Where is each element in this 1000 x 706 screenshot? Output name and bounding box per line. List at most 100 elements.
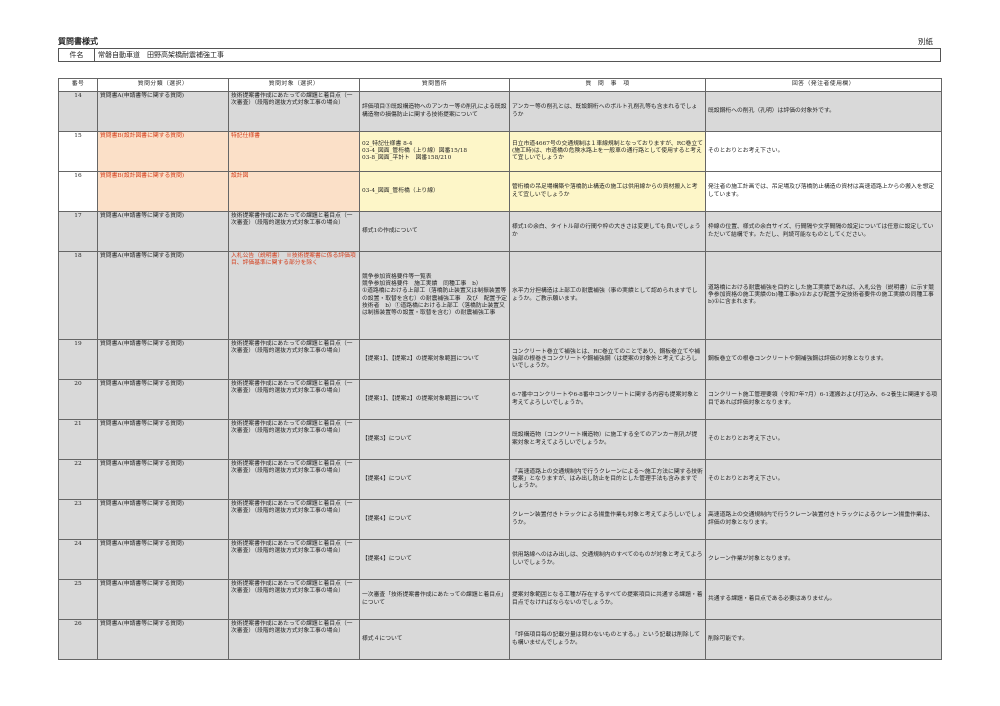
row-category: 質問書A(申請書等に関する質問) [97, 579, 229, 620]
subject-value: 常磐自動車道 田野高架橋耐震補強工事 [94, 48, 941, 62]
attachment-label: 別紙 [918, 37, 933, 46]
row-answer: 枠線の位置、様式の余白サイズ、行間隔や文字間隔の設定については任意に設定していた… [705, 211, 942, 252]
row-location: 【提案1】、【提案2】の提案対象範囲について [359, 379, 510, 420]
row-question: 供用路線へのはみ出しは、交通規制内のすべてのものが対象と考えてよろしいでしょうか… [509, 539, 706, 580]
row-question: 既設構造物（コンクリート構造物）に施工する全てのアンカー削孔が提案対象と考えてよ… [509, 419, 706, 460]
row-target: 技術提案書作成にあたっての課題と着目点（一次審査）（段階的選抜方式対象工事の場合… [228, 619, 360, 660]
row-category: 質問書B(設計図書に関する質問) [97, 131, 229, 172]
col-header-answer: 回答（発注者使用欄） [705, 78, 942, 92]
table-row: 15 質問書B(設計図書に関する質問) 特記仕様書 02_特記仕様書 8-4 03-4… [58, 131, 942, 172]
table-row: 14 質問書A(申請書等に関する質問) 技術提案書作成にあたっての課題と着目点（一次… [58, 91, 942, 132]
row-question: 提案対象範囲となる工種が存在するすべての提案項目に共通する課題・着目点でなければ… [509, 579, 706, 620]
row-location: 【提案3】について [359, 419, 510, 460]
row-number: 14 [58, 91, 98, 132]
row-question: 様式1の余白、タイトル部の行間や枠の大きさは変更しても良いでしょうか [509, 211, 706, 252]
row-question: 水平力分担構造は上部工の耐震補強（事の実績として認められますでしょうか。ご教示願… [509, 251, 706, 340]
row-number: 20 [58, 379, 98, 420]
row-answer: そのとおりとお考え下さい。 [705, 131, 942, 172]
row-answer: 削除可能です。 [705, 619, 942, 660]
row-location: 競争参加資格要件等一覧表 競争参加資格要件 施工実績 同種工事 b） ①道路橋に… [359, 251, 510, 340]
row-number: 19 [58, 339, 98, 380]
table-row: 18 質問書A(申請書等に関する質問) 入札公告（説明書） ※技術提案書に係る評価項… [58, 251, 942, 340]
row-location: 【提案4】について [359, 459, 510, 500]
col-header-question: 質 問 事 項 [509, 78, 706, 92]
row-number: 17 [58, 211, 98, 252]
table-row: 21 質問書A(申請書等に関する質問) 技術提案書作成にあたっての課題と着目点（一次… [58, 419, 942, 460]
row-category: 質問書B(設計図書に関する質問) [97, 171, 229, 212]
row-target: 技術提案書作成にあたっての課題と着目点（一次審査）（段階的選抜方式対象工事の場合… [228, 579, 360, 620]
row-category: 質問書A(申請書等に関する質問) [97, 379, 229, 420]
row-answer: 共通する課題・着目点である必要はありません。 [705, 579, 942, 620]
form-title: 質問書様式 [58, 37, 98, 46]
row-answer: そのとおりとお考え下さい。 [705, 419, 942, 460]
row-number: 23 [58, 499, 98, 540]
row-target: 技術提案書作成にあたっての課題と着目点（一次審査）（段階的選抜方式対象工事の場合… [228, 211, 360, 252]
row-target: 技術提案書作成にあたっての課題と着目点（一次審査）（段階的選抜方式対象工事の場合… [228, 459, 360, 500]
table-row: 24 質問書A(申請書等に関する質問) 技術提案書作成にあたっての課題と着目点（一次… [58, 539, 942, 580]
table-row: 22 質問書A(申請書等に関する質問) 技術提案書作成にあたっての課題と着目点（一次… [58, 459, 942, 500]
table-row: 23 質問書A(申請書等に関する質問) 技術提案書作成にあたっての課題と着目点（一次… [58, 499, 942, 540]
row-answer: クレーン作業が対象となります。 [705, 539, 942, 580]
subject-label: 件名 [58, 48, 95, 62]
row-number: 21 [58, 419, 98, 460]
row-target: 入札公告（説明書） ※技術提案書に係る評価項目、評価基準に関する部分を除く [228, 251, 360, 340]
question-table: 番号 質問分類（選択） 質問対象（選択） 質問箇所 質 問 事 項 回答（発注者… [58, 78, 942, 660]
row-question: コンクリート巻立て補強とは、RC巻立てのことであり、鋼板巻立てや補強部の根巻きコ… [509, 339, 706, 380]
row-answer: 発注者の施工計画では、吊足場及び落橋防止構造の資材は高速道路上からの搬入を想定し… [705, 171, 942, 212]
row-category: 質問書A(申請書等に関する質問) [97, 339, 229, 380]
row-question: 管桁橋の吊足場構築や落橋防止構造の施工は供用線からの資材搬入と考えて宜しいでしょ… [509, 171, 706, 212]
row-question: 日立市道4667号の交通規制は１車線規制となっておりますが、RC巻立て(施工時)… [509, 131, 706, 172]
row-category: 質問書A(申請書等に関する質問) [97, 251, 229, 340]
row-number: 24 [58, 539, 98, 580]
row-location: 評価項目③既設構造物へのアンカー等の削孔による既設構造物の損傷防止に関する技術提… [359, 91, 510, 132]
row-number: 26 [58, 619, 98, 660]
row-category: 質問書A(申請書等に関する質問) [97, 91, 229, 132]
row-answer: 鋼板巻立ての根巻コンクリートや鋼補強鋼は評価の対象となります。 [705, 339, 942, 380]
row-category: 質問書A(申請書等に関する質問) [97, 211, 229, 252]
row-location: 様式1の作成について [359, 211, 510, 252]
row-category: 質問書A(申請書等に関する質問) [97, 499, 229, 540]
row-answer: そのとおりとお考え下さい。 [705, 459, 942, 500]
row-answer: 道路橋における耐震補強を目的とした施工実績であれば、入札公告（説明書）に示す競争… [705, 251, 942, 340]
table-row: 26 質問書A(申請書等に関する質問) 技術提案書作成にあたっての課題と着目点（一次… [58, 619, 942, 660]
row-target: 技術提案書作成にあたっての課題と着目点（一次審査）（段階的選抜方式対象工事の場合… [228, 419, 360, 460]
row-category: 質問書A(申請書等に関する質問) [97, 419, 229, 460]
row-category: 質問書A(申請書等に関する質問) [97, 619, 229, 660]
row-target: 技術提案書作成にあたっての課題と着目点（一次審査）（段階的選抜方式対象工事の場合… [228, 339, 360, 380]
table-row: 25 質問書A(申請書等に関する質問) 技術提案書作成にあたっての課題と着目点（一次… [58, 579, 942, 620]
subject-table: 件名 常磐自動車道 田野高架橋耐震補強工事 [58, 48, 941, 62]
row-question: クレーン装置付きトラックによる揚重作業も対象と考えてよろしいでしょうか。 [509, 499, 706, 540]
row-target: 技術提案書作成にあたっての課題と着目点（一次審査）（段階的選抜方式対象工事の場合… [228, 91, 360, 132]
row-number: 25 [58, 579, 98, 620]
row-target: 特記仕様書 [228, 131, 360, 172]
row-category: 質問書A(申請書等に関する質問) [97, 539, 229, 580]
row-target: 技術提案書作成にあたっての課題と着目点（一次審査）（段階的選抜方式対象工事の場合… [228, 499, 360, 540]
row-location: 様式４について [359, 619, 510, 660]
table-row: 16 質問書B(設計図書に関する質問) 設計図 03-4_図面_管桁橋（上り線） 管桁橋… [58, 171, 942, 212]
row-number: 15 [58, 131, 98, 172]
row-target: 設計図 [228, 171, 360, 212]
col-header-category: 質問分類（選択） [97, 78, 229, 92]
col-header-target: 質問対象（選択） [228, 78, 360, 92]
row-answer: 高速道路上の交通規制内で行うクレーン装置付きトラックによるクレーン揚重作業は、評… [705, 499, 942, 540]
row-answer: 既設鋼桁への削孔（孔明）は評価の対象外です。 [705, 91, 942, 132]
row-question: 「高速道路上の交通規制内で行うクレーンによる～施工方法に関する技術提案」となりま… [509, 459, 706, 500]
row-question: 「評価項目毎の記載分量は問わないものとする。」という記載は削除しても構いませんで… [509, 619, 706, 660]
row-question: 6-7番中コンクリートや6-8番中コンクリートに関する内容も提案対象と考えてよろ… [509, 379, 706, 420]
row-question: アンカー等の削孔とは、既設鋼桁へのボルト孔削孔等も含まれるでしょうか [509, 91, 706, 132]
row-location: 02_特記仕様書 8-4 03-4_図面_管桁橋（上り線）図番15/18 03-… [359, 131, 510, 172]
row-number: 16 [58, 171, 98, 212]
row-answer: コンクリート施工管理要領（令和7年7月）6-1運搬および打込み、6-2養生に関連… [705, 379, 942, 420]
row-location: 一次審査「技術提案書作成にあたっての課題と着目点」について [359, 579, 510, 620]
row-location: 【提案4】について [359, 499, 510, 540]
row-number: 22 [58, 459, 98, 500]
col-header-location: 質問箇所 [359, 78, 510, 92]
col-header-number: 番号 [58, 78, 98, 92]
row-target: 技術提案書作成にあたっての課題と着目点（一次審査）（段階的選抜方式対象工事の場合… [228, 539, 360, 580]
row-category: 質問書A(申請書等に関する質問) [97, 459, 229, 500]
table-row: 17 質問書A(申請書等に関する質問) 技術提案書作成にあたっての課題と着目点（一次… [58, 211, 942, 252]
row-location: 03-4_図面_管桁橋（上り線） [359, 171, 510, 212]
table-row: 20 質問書A(申請書等に関する質問) 技術提案書作成にあたっての課題と着目点（一次… [58, 379, 942, 420]
row-location: 【提案4】について [359, 539, 510, 580]
table-row: 19 質問書A(申請書等に関する質問) 技術提案書作成にあたっての課題と着目点（一次… [58, 339, 942, 380]
